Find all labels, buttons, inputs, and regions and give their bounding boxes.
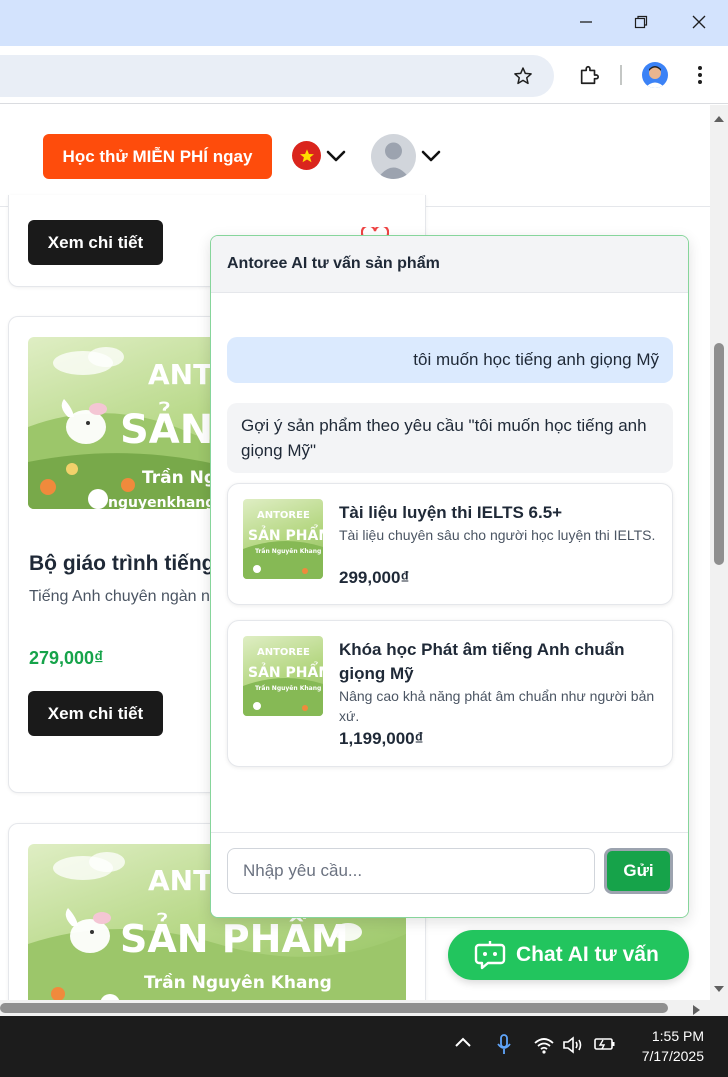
ai-message: Gợi ý sản phẩm theo yêu cầu "tôi muốn họ… xyxy=(227,403,673,473)
profile-avatar[interactable] xyxy=(642,62,668,88)
product-name: Tài liệu luyện thi IELTS 6.5+ xyxy=(339,503,563,522)
microphone-icon[interactable] xyxy=(496,1034,512,1056)
suggested-product-card[interactable]: ANTOREE SẢN PHẨM Trần Nguyên Khang Tài l… xyxy=(227,483,673,605)
thumb-line2: SẢN PHẨM xyxy=(248,661,323,681)
language-chevron-down-icon[interactable] xyxy=(325,145,347,167)
clock-date: 7/17/2025 xyxy=(641,1048,704,1064)
chat-ai-button[interactable]: Chat AI tư vấn xyxy=(448,930,689,980)
chat-input[interactable] xyxy=(227,848,595,894)
user-avatar[interactable] xyxy=(371,134,416,179)
bookmark-star-icon[interactable] xyxy=(511,64,535,88)
site-header: Học thử MIỄN PHÍ ngay xyxy=(0,105,710,207)
chat-title: Antoree AI tư vấn sản phẩm xyxy=(211,236,688,293)
horizontal-scrollbar[interactable] xyxy=(0,1000,728,1016)
suggested-product-card[interactable]: ANTOREE SẢN PHẨM Trần Nguyên Khang Khóa … xyxy=(227,620,673,767)
extensions-icon[interactable] xyxy=(577,63,601,87)
product-name: Khóa học Phát âm tiếng Anh chuẩn giọng M… xyxy=(339,640,625,683)
thumb-line1: ANTOREE xyxy=(257,647,310,658)
thumb-line1: ANTOREE xyxy=(257,510,310,521)
windows-taskbar: 1:55 PM 7/17/2025 xyxy=(0,1016,728,1077)
chatbot-icon xyxy=(474,940,506,970)
product-description: Tài liệu chuyên sâu cho người học luyện … xyxy=(339,527,656,543)
horizontal-scroll-thumb[interactable] xyxy=(0,1003,668,1013)
browser-toolbar xyxy=(0,46,728,104)
product-price: 279,000₫ xyxy=(29,648,104,668)
vertical-scrollbar[interactable] xyxy=(710,105,728,1000)
product-description: Nâng cao khả năng phát âm chuẩn như ngườ… xyxy=(339,688,655,724)
product-thumbnail: ANTOREE SẢN PHẨM Trần Nguyên Khang xyxy=(243,499,323,579)
product-price: 299,000₫ xyxy=(339,568,410,587)
browser-title-bar xyxy=(0,0,728,46)
system-clock[interactable]: 1:55 PM 7/17/2025 xyxy=(622,1026,704,1066)
wifi-icon[interactable] xyxy=(533,1036,555,1054)
free-trial-button[interactable]: Học thử MIỄN PHÍ ngay xyxy=(43,134,272,179)
chat-ai-label: Chat AI tư vấn xyxy=(516,943,659,966)
address-bar[interactable] xyxy=(0,55,554,97)
vietnam-flag-icon[interactable] xyxy=(292,141,321,170)
battery-icon[interactable] xyxy=(593,1036,617,1052)
account-chevron-down-icon[interactable] xyxy=(420,145,442,167)
view-details-button[interactable]: Xem chi tiết xyxy=(28,691,163,736)
clock-time: 1:55 PM xyxy=(651,1028,704,1044)
thumb-line3: Trần Nguyên Khang xyxy=(255,684,321,692)
toolbar-divider xyxy=(620,65,622,85)
scroll-down-arrow-icon[interactable] xyxy=(713,982,725,1000)
image-website: nguyenkhang xyxy=(108,495,215,509)
chat-input-bar: Gửi xyxy=(211,832,688,917)
ai-chat-panel: Antoree AI tư vấn sản phẩm tôi muốn học … xyxy=(210,235,689,918)
thumb-line3: Trần Nguyên Khang xyxy=(255,547,321,555)
product-price: 1,199,000₫ xyxy=(339,729,424,748)
image-title-line2: SẢN xyxy=(120,400,213,453)
thumb-line2: SẢN PHẨM xyxy=(248,524,323,544)
image-title-line1: ANT xyxy=(148,864,212,897)
speaker-icon[interactable] xyxy=(562,1036,584,1054)
minimize-icon[interactable] xyxy=(571,8,601,36)
more-menu-icon[interactable] xyxy=(690,63,710,87)
close-icon[interactable] xyxy=(684,8,714,36)
scroll-up-arrow-icon[interactable] xyxy=(713,110,725,128)
vertical-scroll-thumb[interactable] xyxy=(714,343,724,565)
user-message: tôi muốn học tiếng anh giọng Mỹ xyxy=(227,337,673,383)
image-author: Trần Nguyên Khang xyxy=(144,972,332,993)
view-details-button[interactable]: Xem chi tiết xyxy=(28,220,163,265)
restore-icon[interactable] xyxy=(626,8,656,36)
image-title-line2: SẢN PHẨM xyxy=(120,911,349,961)
product-thumbnail: ANTOREE SẢN PHẨM Trần Nguyên Khang xyxy=(243,636,323,716)
send-button[interactable]: Gửi xyxy=(604,848,673,894)
product-title[interactable]: Bộ giáo trình tiếng xyxy=(29,552,214,576)
chevron-up-icon[interactable] xyxy=(454,1036,472,1048)
